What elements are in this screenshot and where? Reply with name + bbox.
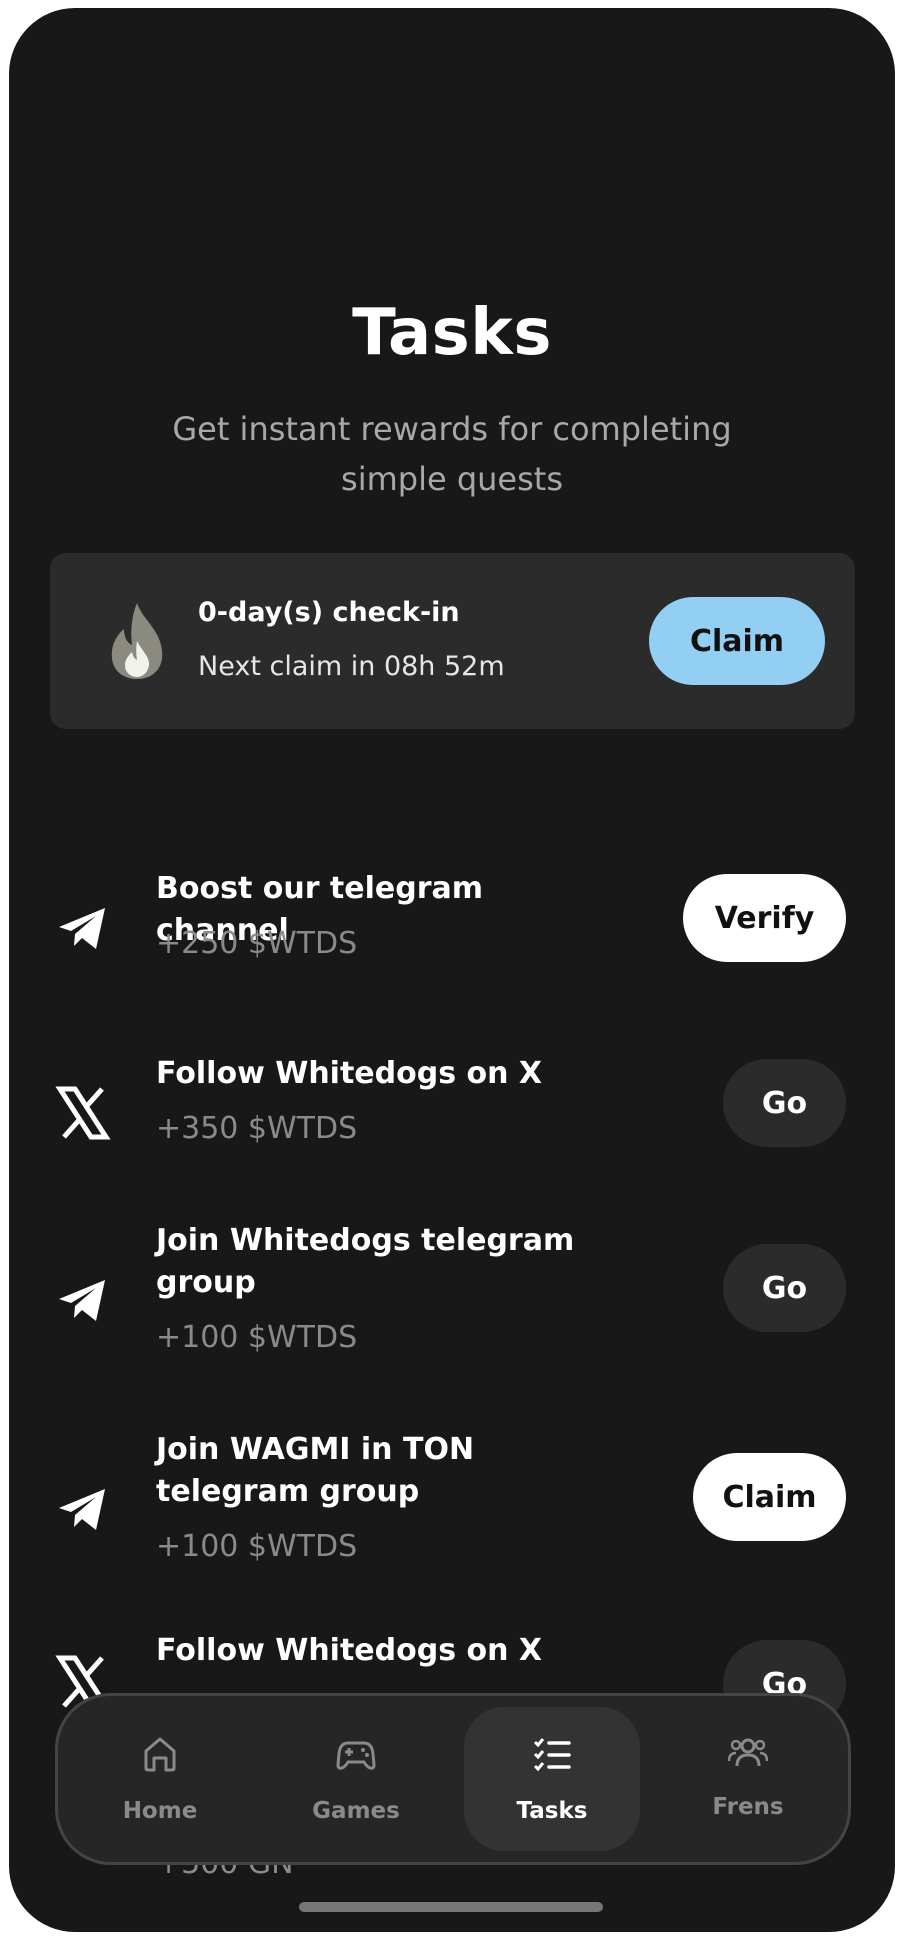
task-list-icon bbox=[533, 1738, 571, 1772]
task-reward: +250 $WTDS bbox=[156, 926, 358, 961]
task-reward: +350 $WTDS bbox=[156, 1111, 358, 1146]
task-reward: +100 $WTDS bbox=[156, 1529, 358, 1564]
go-button[interactable]: Go bbox=[723, 1059, 846, 1147]
page-subtitle: Get instant rewards for completing simpl… bbox=[172, 410, 732, 498]
nav-item-frens[interactable]: Frens bbox=[660, 1696, 836, 1862]
task-reward: +100 $WTDS bbox=[156, 1320, 358, 1355]
page-title: Tasks bbox=[352, 296, 552, 370]
nav-item-tasks[interactable]: Tasks bbox=[464, 1707, 640, 1851]
nav-item-games[interactable]: Games bbox=[268, 1696, 444, 1862]
checkin-title: 0-day(s) check-in bbox=[198, 597, 460, 628]
verify-button[interactable]: Verify bbox=[683, 874, 846, 962]
go-button[interactable]: Go bbox=[723, 1244, 846, 1332]
next-claim-countdown: Next claim in 08h 52m bbox=[198, 651, 505, 682]
nav-label-frens: Frens bbox=[712, 1794, 784, 1820]
telegram-icon bbox=[59, 1280, 105, 1321]
checkin-claim-button[interactable]: Claim bbox=[649, 597, 825, 685]
nav-label-games: Games bbox=[312, 1798, 400, 1824]
task-title: Follow Whitedogs on X bbox=[156, 1056, 543, 1091]
home-icon bbox=[144, 1737, 176, 1772]
gamepad-icon bbox=[336, 1741, 376, 1770]
nav-label-home: Home bbox=[122, 1798, 198, 1824]
checkin-card: 0-day(s) check-in Next claim in 08h 52m … bbox=[50, 553, 855, 729]
task-title: Follow Whitedogs on X bbox=[156, 1633, 543, 1668]
fire-icon bbox=[111, 603, 163, 679]
app-screen: Tasks Get instant rewards for completing… bbox=[9, 8, 895, 1932]
claim-button[interactable]: Claim bbox=[693, 1453, 846, 1541]
nav-item-home[interactable]: Home bbox=[72, 1696, 248, 1862]
home-indicator bbox=[299, 1902, 603, 1912]
x-logo-icon bbox=[55, 1086, 111, 1140]
friends-icon bbox=[728, 1738, 768, 1767]
telegram-icon bbox=[59, 908, 105, 949]
nav-label-tasks: Tasks bbox=[516, 1798, 588, 1824]
bottom-nav: Home Games Tasks Frens bbox=[55, 1693, 851, 1865]
task-title: Join WAGMI in TON telegram group bbox=[156, 1432, 475, 1509]
telegram-icon bbox=[59, 1489, 105, 1530]
task-title: Join Whitedogs telegram group bbox=[156, 1223, 575, 1300]
